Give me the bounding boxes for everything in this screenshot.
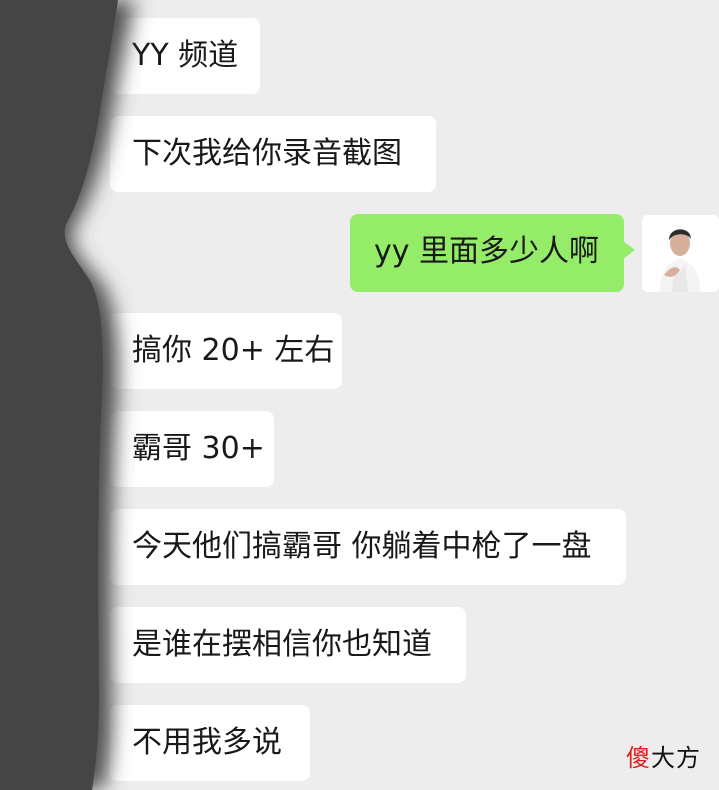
message-bubble-4[interactable]: 搞你 20+ 左右 [110,313,342,389]
chat-thread: YY 频道 下次我给你录音截图 yy 里面多少人啊 搞你 20+ 左右 霸哥 3… [0,0,719,790]
watermark-text: 大方 [651,744,701,772]
message-bubble-7[interactable]: 是谁在摆相信你也知道 [110,607,466,683]
message-bubble-2[interactable]: 下次我给你录音截图 [110,116,436,192]
message-bubble-1[interactable]: YY 频道 [110,18,260,94]
message-bubble-8[interactable]: 不用我多说 [110,705,310,781]
message-bubble-3[interactable]: yy 里面多少人啊 [350,214,635,292]
avatar-image [642,215,719,292]
watermark-accent-char: 傻 [626,744,651,772]
watermark: 傻大方 [626,746,701,770]
message-bubble-5[interactable]: 霸哥 30+ [110,411,274,487]
message-bubble-6[interactable]: 今天他们搞霸哥 你躺着中枪了一盘 [110,509,626,585]
user-avatar[interactable] [642,215,719,292]
